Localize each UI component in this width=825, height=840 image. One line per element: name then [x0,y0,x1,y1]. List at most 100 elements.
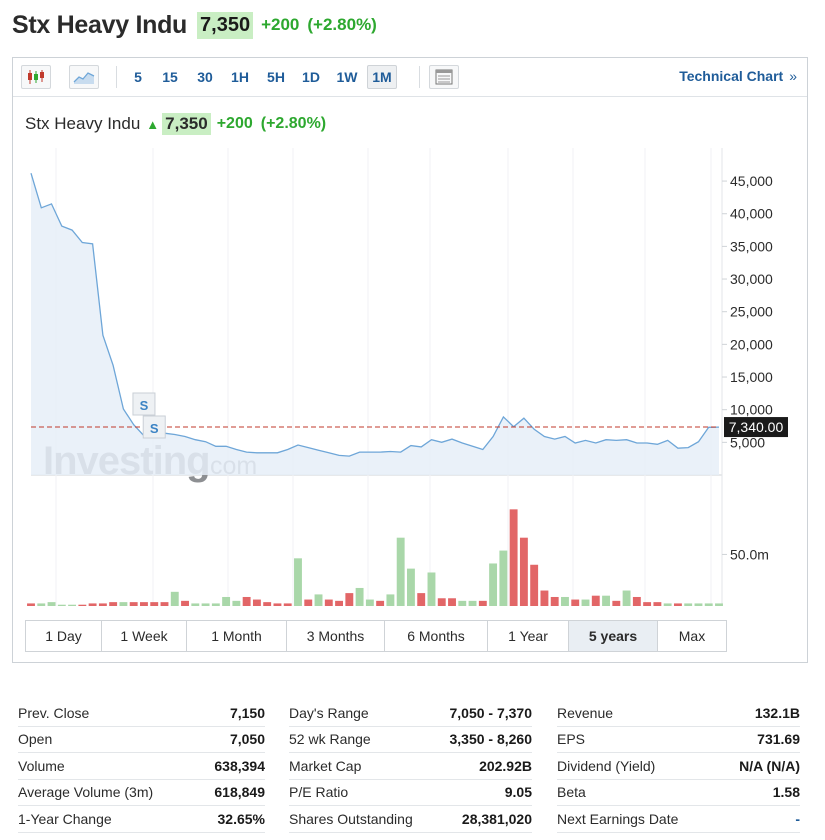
price-chart[interactable]: Investing.com7,340.0045,00040,00035,0003… [13,148,807,608]
volume-bar [109,602,118,606]
volume-bar [561,596,569,606]
stat-label: Next Earnings Date [557,810,679,827]
y-tick-label: 45,000 [730,173,773,189]
time-range-selector: 1 Day 1 Week 1 Month 3 Months 6 Months 1 Year… [25,620,727,652]
volume-bar [458,600,467,606]
volume-bar [88,603,97,606]
range-3-months-button[interactable]: 3 Months [287,621,385,651]
price-change-percent: (+2.80%) [307,15,377,34]
chart-panel: 5 15 30 1H 5H 1D 1W 1M Technical Chart » Stx Hea… [12,57,808,663]
y-tick-label: 20,000 [730,336,773,352]
volume-bar [632,596,641,606]
chart-title: Stx Heavy Indu ▲ 7,350 +200 (+2.80%) [25,113,326,135]
stat-value: 132.1B [754,704,800,721]
y-tick-label: 40,000 [730,206,773,222]
table-view-icon[interactable] [429,65,459,89]
stats-column-1: Prev. Close 7,150 Open 7,050 Volume 638,394 Av… [18,700,265,833]
stat-label: Revenue [557,704,614,721]
volume-bar [252,599,261,606]
volume-bar [663,603,672,606]
range-5-years-button[interactable]: 5 years [569,621,658,651]
stat-label: Beta [557,784,586,801]
stat-value: 1.58 [772,784,800,801]
price-change: +200 [261,15,300,34]
stat-row: Next Earnings Date - [557,806,800,833]
volume-bar [232,600,241,606]
volume-bar [201,603,210,606]
stat-row: Day's Range 7,050 - 7,370 [289,700,532,727]
stat-row: Open 7,050 [18,727,265,753]
y-tick-label: 15,000 [730,369,773,385]
volume-bar [37,603,46,606]
volume-bar [129,602,138,606]
volume-bar [242,596,251,606]
volume-bar [294,558,302,606]
volume-bar [283,603,292,606]
volume-bar [591,595,600,606]
volume-bar [119,602,128,606]
y-tick-label: 5,000 [730,434,765,450]
interval-5-button[interactable]: 5 [127,65,149,89]
stat-value: - [795,810,800,827]
y-tick-label: 25,000 [730,304,773,320]
stat-value: 7,150 [229,704,265,721]
volume-bar [222,596,231,606]
area-chart-icon[interactable] [69,65,99,89]
stat-value: 618,849 [214,784,265,801]
volume-bar [314,594,323,606]
volume-bar [499,550,508,606]
stat-row: P/E Ratio 9.05 [289,780,532,806]
split-marker-label: S [150,421,159,436]
volume-bar [170,591,179,606]
stat-label: Shares Outstanding [289,810,413,827]
quote-header: Stx Heavy Indu 7,350 +200 (+2.80%) [12,8,377,42]
volume-bar [489,563,498,606]
interval-1w-button[interactable]: 1W [332,65,362,89]
interval-1d-button[interactable]: 1D [298,65,324,89]
volume-bar [376,600,385,606]
stat-row: Average Volume (3m) 618,849 [18,780,265,806]
stat-row: Volume 638,394 [18,753,265,780]
volume-bar [581,599,590,606]
volume-bar [27,603,35,606]
range-1-day-button[interactable]: 1 Day [26,621,102,651]
stat-label: P/E Ratio [289,784,349,801]
stat-label: Day's Range [289,704,369,721]
volume-bar [684,603,693,606]
chart-toolbar: 5 15 30 1H 5H 1D 1W 1M Technical Chart » [13,58,807,97]
volume-bar [437,598,446,606]
volume-bar [643,602,652,606]
stat-label: Average Volume (3m) [18,784,154,801]
range-1-week-button[interactable]: 1 Week [102,621,187,651]
range-1-month-button[interactable]: 1 Month [187,621,287,651]
volume-bar [396,537,405,606]
volume-bar [540,590,549,606]
stat-label: 1-Year Change [18,810,112,827]
volume-bar [653,602,662,606]
range-6-months-button[interactable]: 6 Months [385,621,488,651]
volume-bar [98,603,107,606]
stat-row: EPS 731.69 [557,727,800,753]
technical-chart-link[interactable]: Technical Chart » [679,68,797,84]
volume-bar [263,602,272,606]
toolbar-divider [419,66,420,88]
volume-bar [427,572,436,606]
interval-15-button[interactable]: 15 [156,65,184,89]
interval-1m-button[interactable]: 1M [367,65,397,89]
range-max-button[interactable]: Max [658,621,726,651]
range-1-year-button[interactable]: 1 Year [488,621,569,651]
chart-last-price: 7,350 [162,113,211,135]
stat-row: Shares Outstanding 28,381,020 [289,806,532,833]
chevron-right-icon: » [789,68,797,84]
stat-row: Revenue 132.1B [557,700,800,727]
volume-bar [509,509,518,606]
interval-5h-button[interactable]: 5H [262,65,290,89]
interval-1h-button[interactable]: 1H [227,65,253,89]
stats-column-2: Day's Range 7,050 - 7,370 52 wk Range 3,350… [289,700,532,833]
stat-value: 9.05 [504,784,532,801]
volume-bar [365,599,374,606]
volume-bar [324,599,333,606]
candlestick-icon[interactable] [21,65,51,89]
volume-bar [57,604,66,606]
interval-30-button[interactable]: 30 [191,65,219,89]
